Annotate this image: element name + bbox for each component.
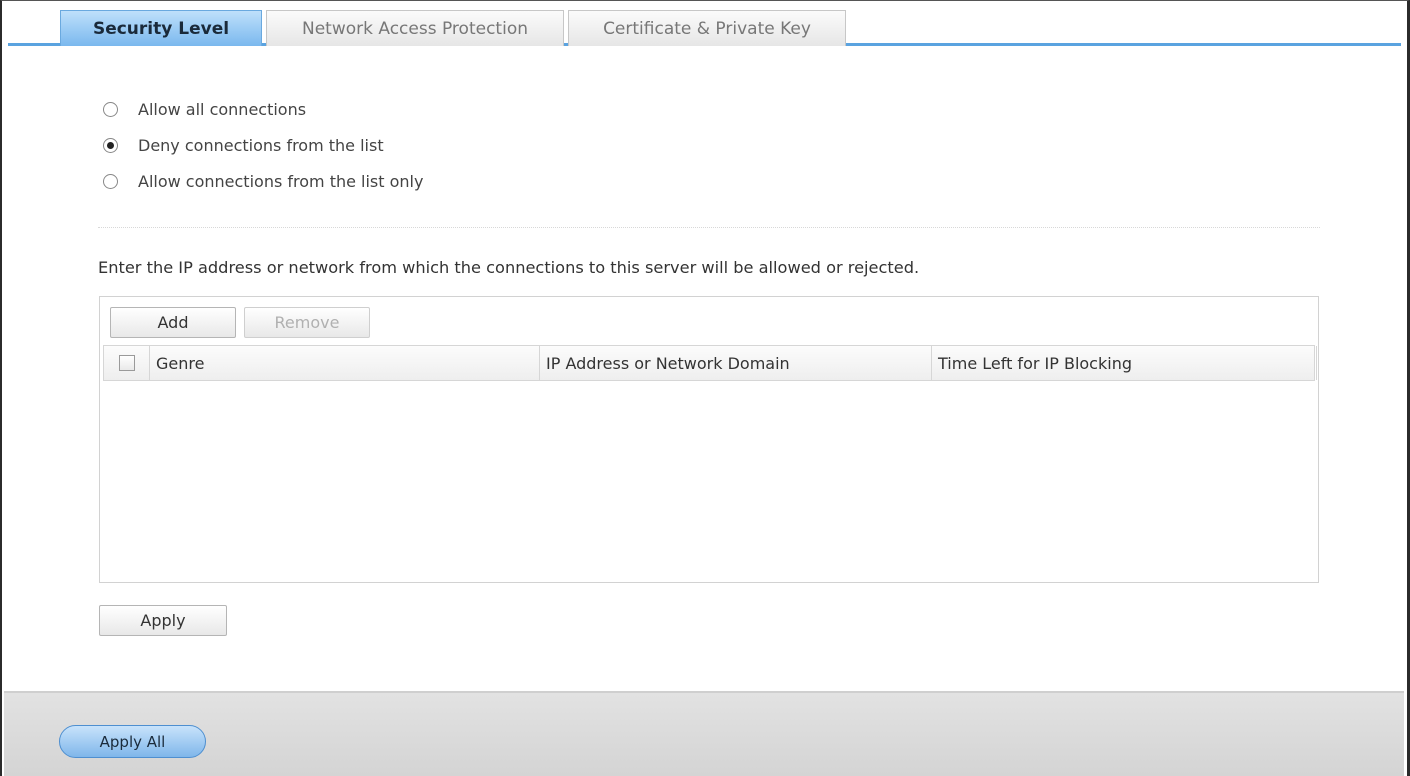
select-all-checkbox[interactable] bbox=[118, 355, 135, 371]
tab-bar: Security Level Network Access Protection… bbox=[8, 6, 1401, 46]
radio-button-allow-from-list-only[interactable] bbox=[103, 173, 118, 189]
tab-network-access-protection[interactable]: Network Access Protection bbox=[266, 10, 564, 46]
option-label: Allow connections from the list only bbox=[138, 171, 424, 191]
ip-list-panel: Add Remove Genre IP Address or Network D… bbox=[99, 296, 1319, 583]
footer-bar: Apply All bbox=[4, 691, 1404, 776]
ip-list-description: Enter the IP address or network from whi… bbox=[98, 258, 920, 277]
option-deny-from-list[interactable]: Deny connections from the list bbox=[103, 127, 423, 163]
table-header: Genre IP Address or Network Domain Time … bbox=[103, 345, 1317, 381]
remove-button[interactable]: Remove bbox=[244, 307, 370, 338]
option-label: Allow all connections bbox=[138, 99, 307, 119]
option-allow-all[interactable]: Allow all connections bbox=[103, 91, 423, 127]
option-allow-from-list-only[interactable]: Allow connections from the list only bbox=[103, 163, 423, 199]
tab-security-level[interactable]: Security Level bbox=[60, 10, 262, 46]
security-level-options: Allow all connections Deny connections f… bbox=[103, 91, 423, 199]
column-header-ip-address[interactable]: IP Address or Network Domain bbox=[540, 346, 932, 380]
radio-button-allow-all[interactable] bbox=[103, 101, 118, 117]
section-divider bbox=[98, 227, 1320, 228]
apply-button[interactable]: Apply bbox=[99, 605, 227, 636]
column-header-genre[interactable]: Genre bbox=[150, 346, 540, 380]
table-body bbox=[103, 381, 1315, 579]
apply-all-button[interactable]: Apply All bbox=[59, 725, 206, 758]
window-frame: Security Level Network Access Protection… bbox=[0, 0, 1410, 776]
tab-certificate-private-key[interactable]: Certificate & Private Key bbox=[568, 10, 846, 46]
radio-button-deny-from-list[interactable] bbox=[103, 137, 118, 153]
add-button[interactable]: Add bbox=[110, 307, 236, 338]
option-label: Deny connections from the list bbox=[138, 135, 384, 155]
column-header-time-left[interactable]: Time Left for IP Blocking bbox=[932, 346, 1317, 380]
select-all-cell bbox=[104, 346, 150, 380]
